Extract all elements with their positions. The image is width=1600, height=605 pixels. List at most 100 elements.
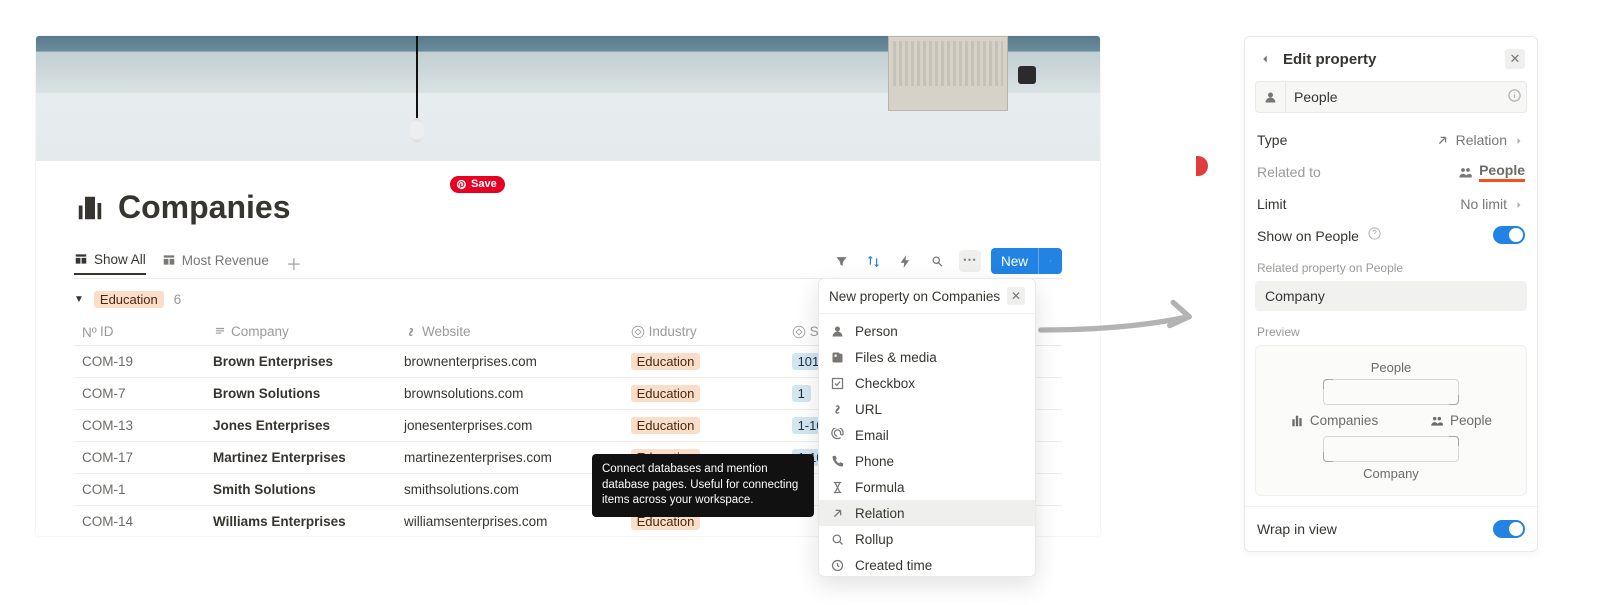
tab-show-all[interactable]: Show All bbox=[74, 252, 146, 275]
decor-peek bbox=[1196, 156, 1208, 176]
type-value: Relation bbox=[1456, 132, 1507, 148]
cell-website[interactable]: brownsolutions.com bbox=[396, 378, 623, 410]
add-view-button[interactable]: ＋ bbox=[285, 254, 303, 272]
option-label: URL bbox=[855, 402, 882, 417]
cover-decor-ac bbox=[888, 36, 1008, 111]
cell-id: COM-7 bbox=[74, 378, 205, 410]
property-type-option[interactable]: Files & media bbox=[819, 344, 1035, 370]
cell-website[interactable]: williamsenterprises.com bbox=[396, 506, 623, 536]
cell-company[interactable]: Martinez Enterprises bbox=[205, 442, 396, 474]
related-to-row[interactable]: Related to People bbox=[1245, 155, 1537, 189]
cover-decor-outlet bbox=[1018, 66, 1036, 84]
relation-icon bbox=[1435, 133, 1450, 148]
property-type-option[interactable]: Relation bbox=[819, 500, 1035, 526]
property-type-option[interactable]: Email bbox=[819, 422, 1035, 448]
limit-row[interactable]: Limit No limit bbox=[1245, 189, 1537, 219]
person-icon bbox=[829, 323, 845, 339]
cell-id: COM-1 bbox=[74, 474, 205, 506]
wrap-row[interactable]: Wrap in view bbox=[1245, 513, 1537, 545]
show-on-row[interactable]: Show on People bbox=[1245, 219, 1537, 251]
cell-company[interactable]: Brown Enterprises bbox=[205, 346, 396, 378]
popover-title: New property on Companies bbox=[829, 289, 1000, 304]
property-name-input[interactable] bbox=[1286, 89, 1502, 105]
property-type-option[interactable]: Phone bbox=[819, 448, 1035, 474]
related-property-value[interactable]: Company bbox=[1255, 281, 1527, 311]
panel-title: Edit property bbox=[1283, 51, 1497, 68]
table-icon bbox=[162, 253, 176, 267]
search-icon[interactable] bbox=[927, 250, 949, 272]
option-label: Created time bbox=[855, 558, 932, 573]
type-label: Type bbox=[1257, 132, 1287, 148]
cell-industry[interactable]: Education bbox=[623, 346, 784, 378]
checkbox-icon bbox=[829, 375, 845, 391]
automations-icon[interactable] bbox=[895, 250, 917, 272]
option-label: Phone bbox=[855, 454, 894, 469]
page-title: Companies bbox=[118, 189, 290, 226]
cell-company[interactable]: Williams Enterprises bbox=[205, 506, 396, 536]
cell-industry[interactable]: Education bbox=[623, 378, 784, 410]
rollup-icon bbox=[829, 531, 845, 547]
related-property-label: Related property on People bbox=[1245, 251, 1537, 281]
col-header-company[interactable]: Company bbox=[205, 318, 396, 346]
person-icon bbox=[1256, 82, 1286, 112]
preview-left-node: Companies bbox=[1290, 413, 1378, 428]
cell-id: COM-17 bbox=[74, 442, 205, 474]
help-icon[interactable] bbox=[1367, 226, 1382, 241]
back-button[interactable] bbox=[1255, 49, 1275, 69]
text-icon bbox=[213, 325, 227, 339]
created-time-icon bbox=[829, 557, 845, 573]
property-type-option[interactable]: Rollup bbox=[819, 526, 1035, 552]
cell-website[interactable]: martinezenterprises.com bbox=[396, 442, 623, 474]
chevron-right-icon bbox=[1513, 134, 1525, 146]
property-type-option[interactable]: URL bbox=[819, 396, 1035, 422]
cell-company[interactable]: Smith Solutions bbox=[205, 474, 396, 506]
select-icon bbox=[631, 325, 645, 339]
col-header-website[interactable]: Website bbox=[396, 318, 623, 346]
property-type-option[interactable]: Checkbox bbox=[819, 370, 1035, 396]
cover-image bbox=[36, 36, 1100, 161]
page-icon-building bbox=[74, 192, 106, 224]
cell-company[interactable]: Brown Solutions bbox=[205, 378, 396, 410]
col-header-industry[interactable]: Industry bbox=[623, 318, 784, 346]
tab-label: Most Revenue bbox=[182, 253, 269, 268]
select-icon bbox=[792, 325, 806, 339]
tab-most-revenue[interactable]: Most Revenue bbox=[162, 253, 269, 274]
collapse-icon[interactable]: ▼ bbox=[74, 294, 84, 305]
building-icon bbox=[1290, 414, 1304, 428]
email-icon bbox=[829, 427, 845, 443]
preview-right-node: People bbox=[1430, 413, 1492, 428]
save-pill[interactable]: Save bbox=[450, 176, 505, 193]
option-label: Formula bbox=[855, 480, 905, 495]
wrap-label: Wrap in view bbox=[1257, 521, 1337, 537]
cell-website[interactable]: brownenterprises.com bbox=[396, 346, 623, 378]
property-type-option[interactable]: Formula bbox=[819, 474, 1035, 500]
property-type-option[interactable]: Created time bbox=[819, 552, 1035, 576]
sort-icon[interactable] bbox=[863, 250, 885, 272]
limit-label: Limit bbox=[1257, 196, 1287, 212]
property-type-option[interactable]: Person bbox=[819, 318, 1035, 344]
id-icon: Nº bbox=[82, 325, 96, 339]
new-button[interactable]: New bbox=[991, 248, 1062, 274]
close-icon[interactable]: ✕ bbox=[1505, 49, 1525, 69]
wrap-toggle[interactable] bbox=[1493, 520, 1525, 538]
preview-bottom: Company bbox=[1264, 466, 1518, 481]
cell-website[interactable]: jonesenterprises.com bbox=[396, 410, 623, 442]
save-label: Save bbox=[471, 178, 497, 190]
cell-industry[interactable]: Education bbox=[623, 410, 784, 442]
property-name-field[interactable] bbox=[1255, 81, 1527, 113]
filter-icon[interactable] bbox=[831, 250, 853, 272]
table-icon bbox=[74, 252, 88, 266]
chevron-down-icon[interactable] bbox=[1038, 248, 1062, 274]
info-icon[interactable] bbox=[1502, 88, 1526, 106]
relation-icon bbox=[829, 505, 845, 521]
tab-label: Show All bbox=[94, 252, 146, 267]
col-header-id[interactable]: NºID bbox=[74, 318, 205, 346]
new-property-popover: New property on Companies ✕ PersonFiles … bbox=[818, 278, 1036, 577]
edit-property-panel: Edit property ✕ Type Relation Related to… bbox=[1244, 36, 1538, 552]
type-row[interactable]: Type Relation bbox=[1245, 125, 1537, 155]
cell-website[interactable]: smithsolutions.com bbox=[396, 474, 623, 506]
more-icon[interactable]: ⋯ bbox=[959, 250, 981, 272]
close-icon[interactable]: ✕ bbox=[1007, 287, 1025, 305]
show-on-toggle[interactable] bbox=[1493, 226, 1525, 244]
cell-company[interactable]: Jones Enterprises bbox=[205, 410, 396, 442]
